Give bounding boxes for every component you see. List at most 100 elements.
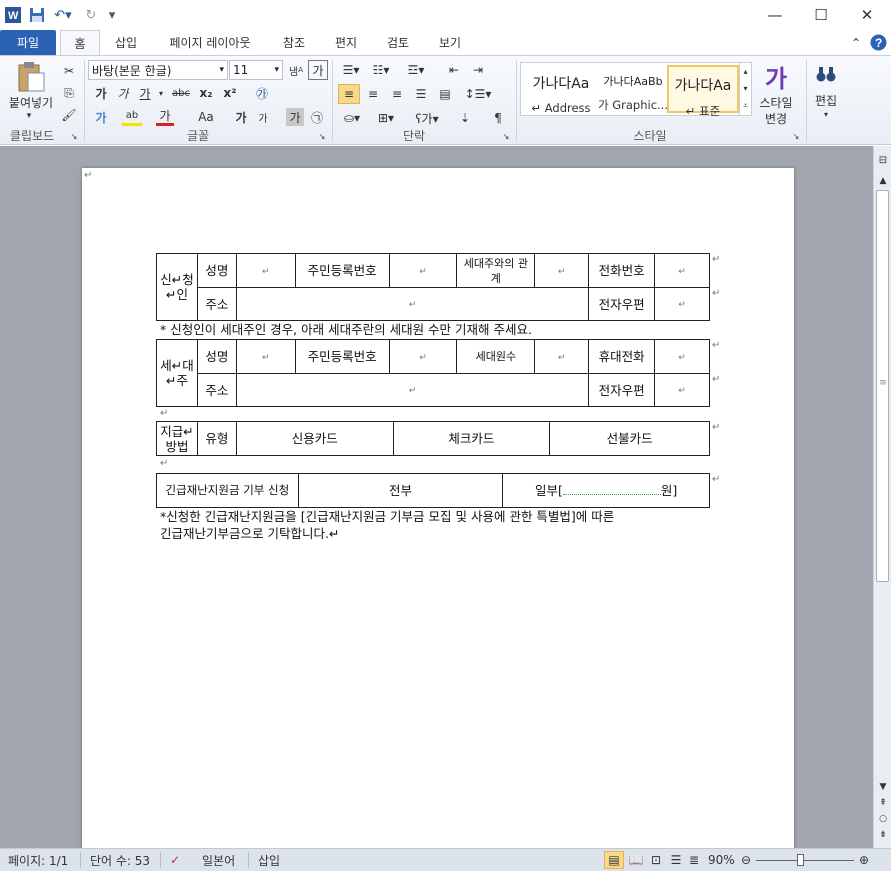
draft-icon[interactable]: ≣ bbox=[684, 849, 704, 871]
email-field[interactable]: ↵ bbox=[654, 287, 710, 321]
subscript-button[interactable]: x₂ bbox=[196, 84, 216, 102]
increase-indent-icon[interactable]: ⇥ bbox=[468, 60, 488, 80]
paste-button[interactable]: 붙여넣기 bbox=[4, 94, 58, 110]
web-layout-icon[interactable]: ⊡ bbox=[646, 849, 666, 871]
zoom-level[interactable]: 90% bbox=[708, 849, 735, 871]
show-marks-icon[interactable]: ¶ bbox=[488, 108, 508, 128]
full-screen-reading-icon[interactable]: 📖 bbox=[626, 849, 646, 871]
tab-insert[interactable]: 삽입 bbox=[106, 30, 146, 55]
underline-dropdown-icon[interactable]: ▾ bbox=[156, 84, 166, 102]
bullets-icon[interactable]: ☰▾ bbox=[338, 60, 364, 80]
help-icon[interactable]: ? bbox=[868, 30, 888, 55]
phonetic-guide-button[interactable]: ㉮ bbox=[252, 84, 272, 102]
align-right-icon[interactable]: ≡ bbox=[386, 84, 408, 104]
style-graphic[interactable]: 가나다AaBb 가 Graphic... bbox=[597, 65, 669, 113]
donate-partial-option[interactable]: 일부[원] bbox=[502, 473, 710, 508]
superscript-button[interactable]: x² bbox=[220, 84, 240, 102]
asian-layout-icon[interactable]: ʕ가▾ bbox=[412, 108, 442, 128]
browse-object-icon[interactable]: ○ bbox=[876, 812, 890, 826]
proofing-icon[interactable]: ✓ bbox=[170, 849, 180, 871]
style-normal[interactable]: 가나다Aa ↵ 표준 bbox=[667, 65, 739, 118]
scroll-up-icon[interactable]: ▲ bbox=[876, 174, 890, 188]
paste-dropdown-icon[interactable]: ▾ bbox=[22, 110, 36, 122]
distributed-icon[interactable]: ▤ bbox=[434, 84, 456, 104]
vertical-scrollbar[interactable]: ⊟ ▲ ≡ ▼ ⇞ ○ ⇟ bbox=[873, 146, 891, 848]
justify-icon[interactable]: ☰ bbox=[410, 84, 432, 104]
word-count[interactable]: 단어 수: 53 bbox=[90, 849, 150, 871]
prepaid-card-option[interactable]: 선불카드 bbox=[549, 421, 710, 456]
name-field[interactable]: ↵ bbox=[235, 339, 296, 374]
line-spacing-icon[interactable]: ↕☰▾ bbox=[464, 84, 492, 104]
rrn-field[interactable]: ↵ bbox=[388, 253, 458, 288]
change-case-button[interactable]: Aa bbox=[194, 108, 218, 126]
find-binoculars-icon[interactable] bbox=[814, 62, 838, 86]
tab-file[interactable]: 파일 bbox=[0, 30, 56, 55]
cut-icon[interactable]: ✂ bbox=[60, 62, 78, 80]
language-indicator[interactable]: 일본어 bbox=[202, 849, 235, 871]
zoom-in-icon[interactable]: ⊕ bbox=[856, 849, 872, 871]
phone-field[interactable]: ↵ bbox=[654, 253, 710, 288]
editing-dropdown-icon[interactable]: ▾ bbox=[820, 108, 832, 120]
clear-formatting-icon[interactable]: 냄A bbox=[286, 60, 306, 80]
paragraph-launcher-icon[interactable]: ↘ bbox=[500, 130, 512, 142]
font-size-combo[interactable]: 11 ▾ bbox=[229, 60, 283, 80]
bold-button[interactable]: 가 bbox=[92, 84, 110, 102]
italic-button[interactable]: 가 bbox=[114, 84, 132, 102]
customize-quick-access-icon[interactable]: ▾ bbox=[106, 5, 118, 25]
change-styles-icon[interactable]: 가 bbox=[760, 60, 792, 93]
multilevel-list-icon[interactable]: ☲▾ bbox=[398, 60, 434, 80]
sort-icon[interactable]: ⇣ bbox=[454, 108, 476, 128]
name-field[interactable]: ↵ bbox=[235, 253, 296, 288]
styles-scroll-up-icon[interactable]: ▴ bbox=[739, 63, 751, 80]
outline-icon[interactable]: ☰ bbox=[666, 849, 686, 871]
minimize-button[interactable]: — bbox=[752, 0, 798, 30]
print-layout-icon[interactable]: ▤ bbox=[604, 851, 624, 869]
document-page[interactable]: ↵ 신↵청↵인 성명 ↵ 주민등록번호 ↵ 세대주와의 관계 ↵ 전화번호 ↵ … bbox=[82, 168, 794, 848]
styles-launcher-icon[interactable]: ↘ bbox=[790, 130, 802, 142]
save-icon[interactable] bbox=[28, 5, 46, 25]
mobile-field[interactable]: ↵ bbox=[654, 339, 710, 374]
email-field[interactable]: ↵ bbox=[654, 373, 710, 407]
collapse-ribbon-icon[interactable]: ⌃ bbox=[848, 30, 864, 55]
editing-button[interactable]: 편집 bbox=[808, 92, 844, 108]
word-logo-icon[interactable]: W bbox=[4, 5, 22, 25]
tab-home[interactable]: 홈 bbox=[60, 30, 100, 56]
scroll-down-icon[interactable]: ▼ bbox=[876, 780, 890, 794]
align-left-icon[interactable]: ≡ bbox=[338, 84, 360, 104]
borders-icon[interactable]: ⊞▾ bbox=[372, 108, 400, 128]
ruler-toggle-icon[interactable]: ⊟ bbox=[876, 152, 890, 168]
close-button[interactable]: ✕ bbox=[844, 0, 890, 30]
zoom-slider-track[interactable] bbox=[756, 860, 854, 861]
change-styles-label2[interactable]: 변경 bbox=[754, 110, 798, 126]
styles-more-icon[interactable]: ⩡ bbox=[739, 97, 751, 115]
shrink-font-button[interactable]: 가 bbox=[254, 108, 272, 126]
next-page-icon[interactable]: ⇟ bbox=[876, 828, 890, 842]
style-address[interactable]: 가나다Aa ↵ Address bbox=[525, 65, 597, 115]
font-launcher-icon[interactable]: ↘ bbox=[316, 130, 328, 142]
relation-field[interactable]: ↵ bbox=[534, 253, 590, 288]
styles-scroll-down-icon[interactable]: ▾ bbox=[739, 80, 751, 97]
insert-mode-indicator[interactable]: 삽입 bbox=[258, 849, 280, 871]
tab-review[interactable]: 검토 bbox=[376, 30, 420, 55]
page-count[interactable]: 페이지: 1/1 bbox=[8, 849, 68, 871]
format-painter-icon[interactable]: 🖌 bbox=[60, 106, 78, 124]
char-shading-button[interactable]: 가 bbox=[286, 108, 304, 126]
members-field[interactable]: ↵ bbox=[534, 339, 590, 374]
credit-card-option[interactable]: 신용카드 bbox=[235, 421, 394, 456]
tab-mailings[interactable]: 편지 bbox=[324, 30, 368, 55]
clipboard-launcher-icon[interactable]: ↘ bbox=[68, 130, 80, 142]
text-effects-button[interactable]: 가 bbox=[92, 108, 110, 126]
check-card-option[interactable]: 체크카드 bbox=[392, 421, 551, 456]
copy-icon[interactable]: ⎘ bbox=[60, 84, 78, 102]
decrease-indent-icon[interactable]: ⇤ bbox=[444, 60, 464, 80]
strikethrough-icon[interactable]: abc bbox=[170, 84, 192, 102]
chevron-down-icon[interactable]: ▾ bbox=[219, 65, 224, 75]
enclose-char-icon[interactable]: ㉠ bbox=[308, 108, 326, 126]
partial-amount-field[interactable] bbox=[562, 494, 661, 495]
char-border-button[interactable]: 가 bbox=[308, 60, 328, 80]
numbering-icon[interactable]: ☷▾ bbox=[368, 60, 394, 80]
shading-icon[interactable]: ⛀▾ bbox=[338, 108, 366, 128]
address-field[interactable]: ↵ bbox=[235, 373, 590, 407]
highlight-icon[interactable]: ab bbox=[122, 108, 142, 126]
zoom-out-icon[interactable]: ⊖ bbox=[738, 849, 754, 871]
